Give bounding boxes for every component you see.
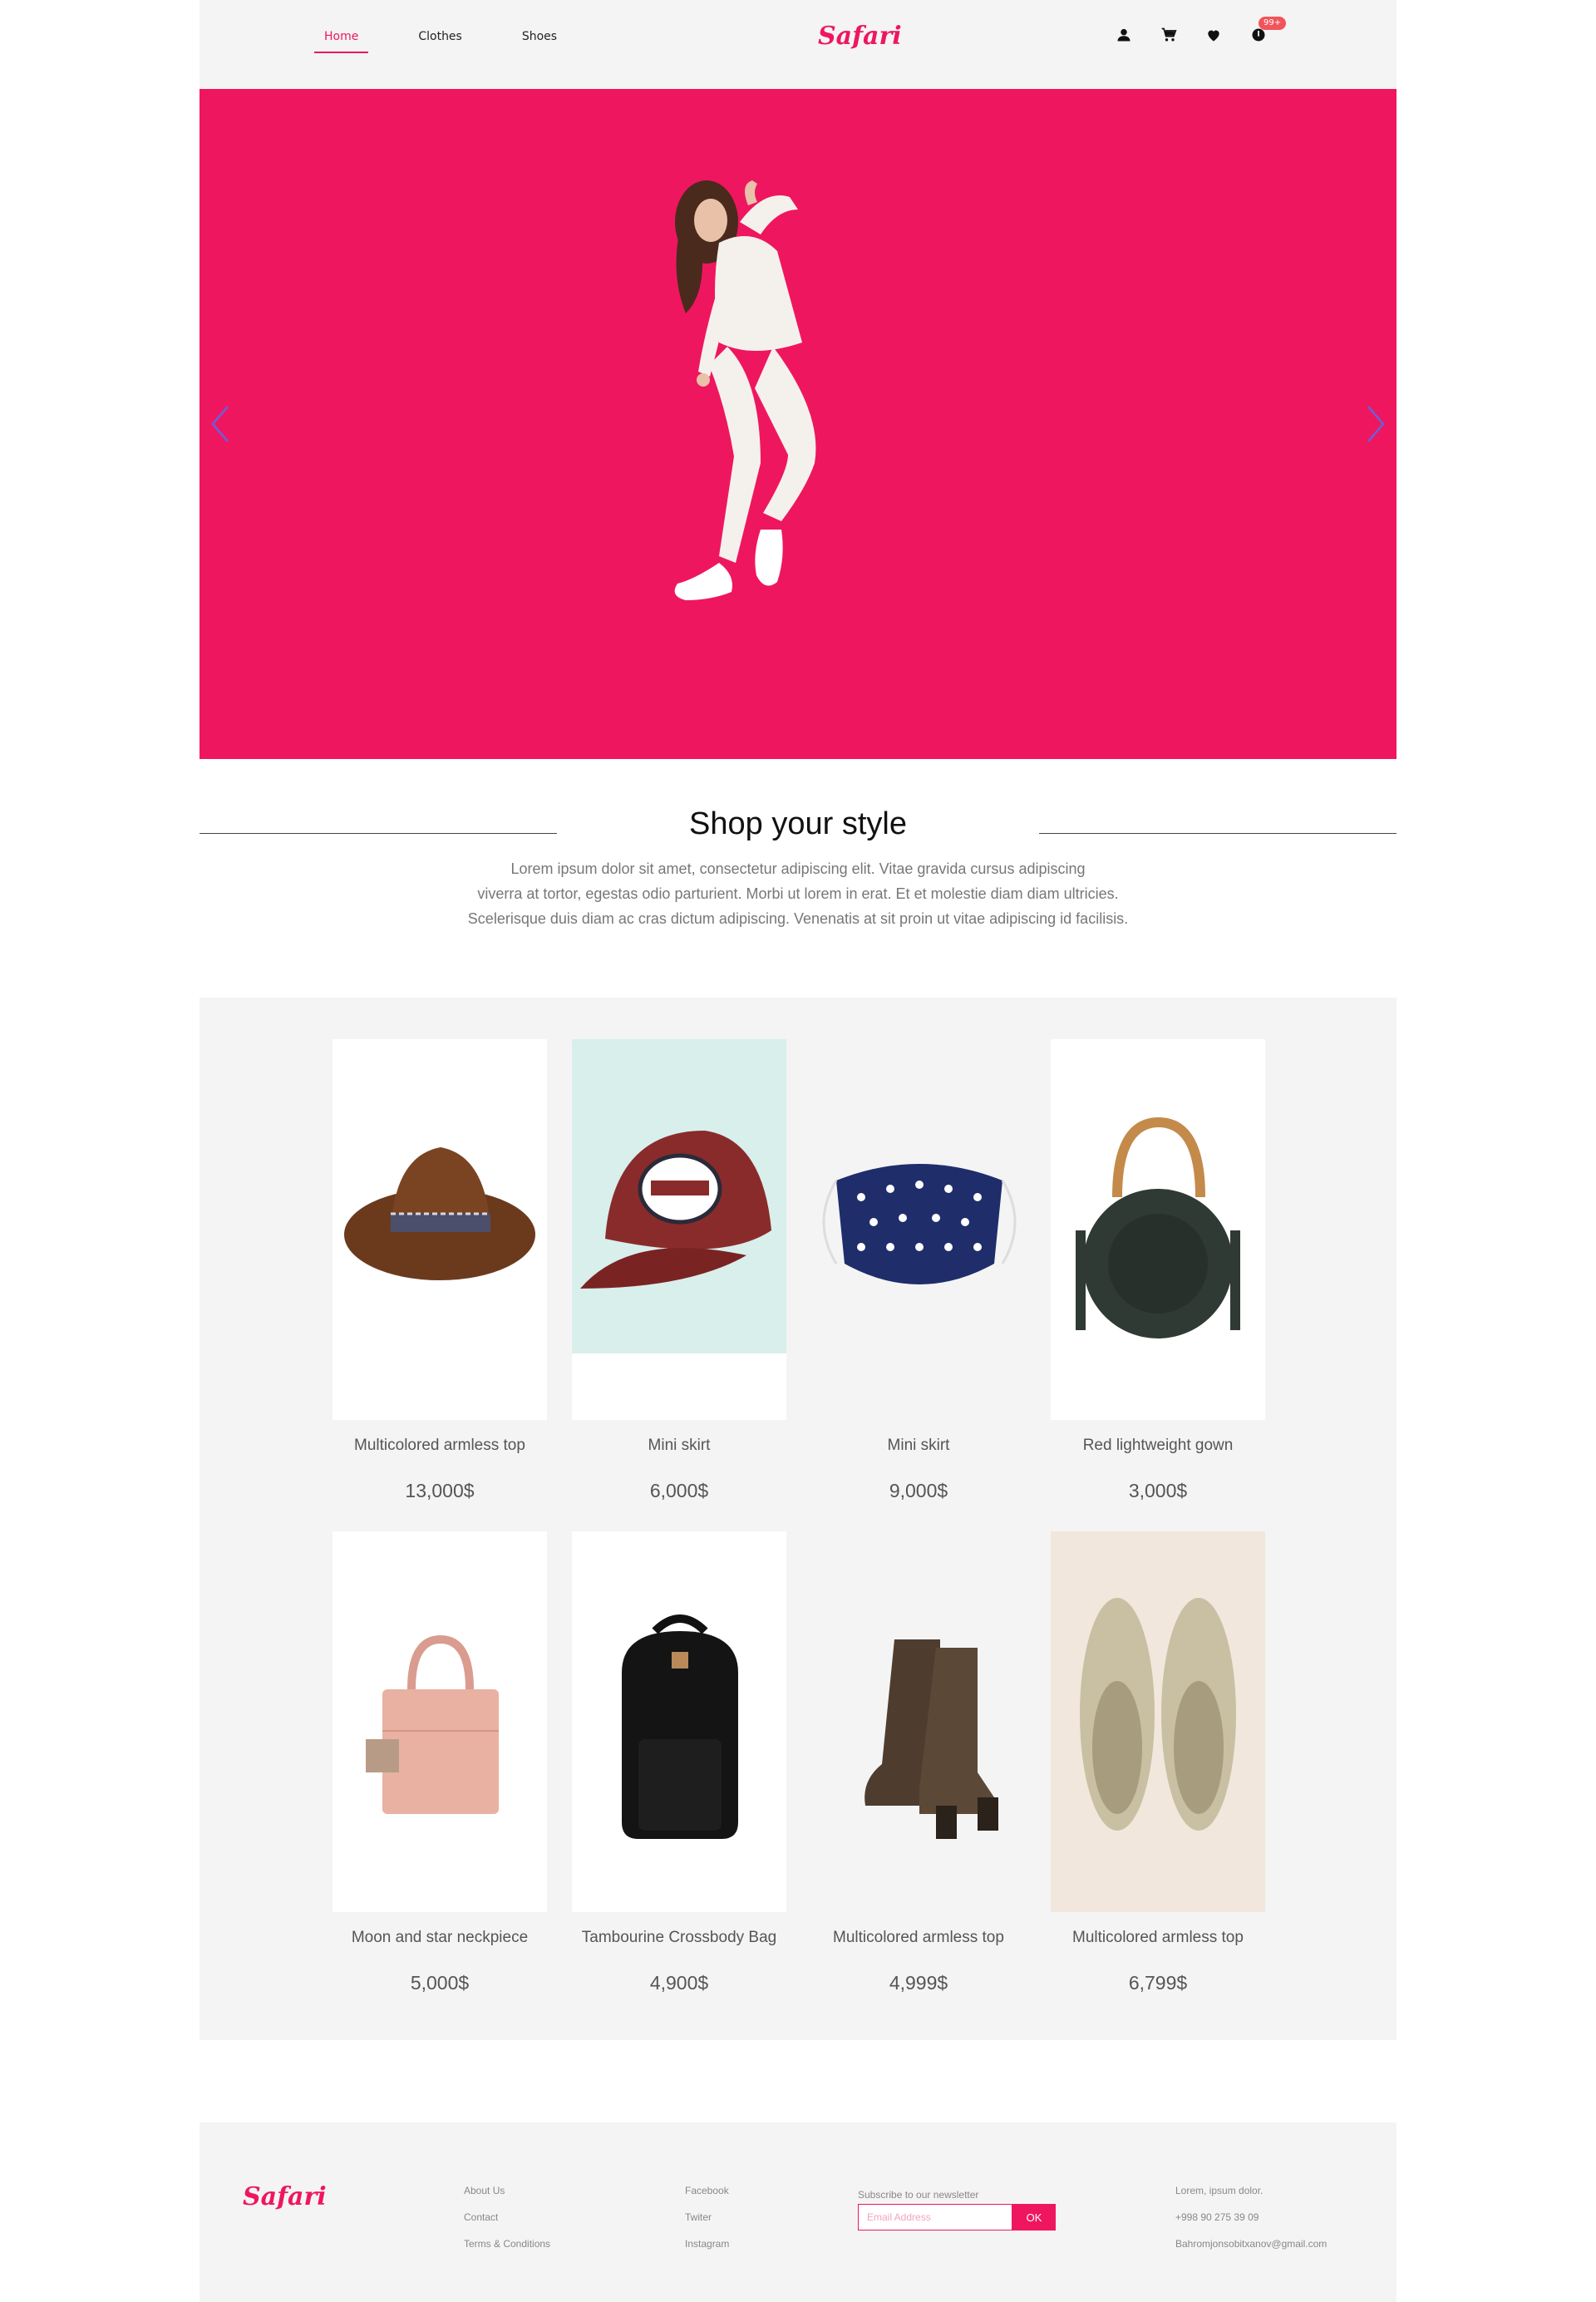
- baseball-cap-image: [572, 1039, 786, 1420]
- product-name: Multicolored armless top: [1072, 1929, 1244, 1946]
- footer: Safari About Us Contact Terms & Conditio…: [200, 2122, 1396, 2302]
- product-card[interactable]: Mini skirt 6,000$: [572, 1039, 786, 1531]
- contact-email: Bahromjonsobitxanov@gmail.com: [1175, 2238, 1328, 2250]
- product-name: Multicolored armless top: [354, 1437, 525, 1454]
- page: Home Clothes Shoes Safari 99+ Shop your …: [200, 0, 1396, 2302]
- product-name: Mini skirt: [887, 1437, 950, 1454]
- product-price: 9,000$: [889, 1480, 948, 1501]
- footer-link-facebook[interactable]: Facebook: [685, 2177, 729, 2204]
- product-price: 13,000$: [405, 1480, 475, 1501]
- product-price: 6,000$: [649, 1480, 709, 1501]
- header: Home Clothes Shoes Safari 99+: [200, 0, 1396, 89]
- canvas-sneakers-image: [1051, 1531, 1265, 1912]
- contact-text: Lorem, ipsum dolor.: [1175, 2185, 1264, 2196]
- pink-handbag-image: [332, 1531, 547, 1912]
- cowboy-hat-image: [332, 1039, 547, 1420]
- product-card[interactable]: Multicolored armless top 13,000$: [332, 1039, 547, 1531]
- footer-logo[interactable]: Safari: [243, 2182, 327, 2211]
- footer-link-about[interactable]: About Us: [464, 2177, 550, 2204]
- footer-link-instagram[interactable]: Instagram: [685, 2231, 729, 2257]
- email-input[interactable]: [858, 2204, 1012, 2231]
- hero-model-image: [648, 172, 881, 688]
- footer-link-contact[interactable]: Contact: [464, 2204, 550, 2231]
- product-card[interactable]: Red lightweight gown 3,000$: [1051, 1039, 1265, 1531]
- product-name: Moon and star neckpiece: [351, 1929, 529, 1946]
- face-mask-image: [811, 1039, 1026, 1420]
- product-price: 3,000$: [1128, 1480, 1188, 1501]
- cart-icon[interactable]: [1159, 25, 1179, 45]
- product-card[interactable]: Moon and star neckpiece 5,000$: [332, 1531, 547, 2023]
- footer-links-company: About Us Contact Terms & Conditions: [464, 2177, 550, 2257]
- product-name: Red lightweight gown: [1082, 1437, 1234, 1454]
- brown-boots-image: [811, 1531, 1026, 1912]
- chevron-left-icon[interactable]: [208, 403, 233, 445]
- heart-icon[interactable]: [1204, 25, 1224, 45]
- desc-line: Lorem ipsum dolor sit amet, consectetur …: [510, 860, 1086, 877]
- user-icon[interactable]: [1114, 25, 1134, 45]
- product-card[interactable]: Tambourine Crossbody Bag 4,900$: [572, 1531, 786, 2023]
- product-card[interactable]: Multicolored armless top 4,999$: [811, 1531, 1026, 2023]
- notification-badge: 99+: [1259, 17, 1287, 30]
- logo[interactable]: Safari: [818, 22, 902, 51]
- desc-line: Scelerisque duis diam ac cras dictum adi…: [467, 910, 1129, 927]
- nav-home[interactable]: Home: [313, 30, 369, 53]
- header-icons: 99+: [1114, 17, 1287, 45]
- product-price: 4,900$: [649, 1972, 709, 1994]
- product-name: Multicolored armless top: [833, 1929, 1004, 1946]
- nav-shoes[interactable]: Shoes: [522, 30, 557, 53]
- section-title: Shop your style: [689, 806, 907, 841]
- product-price: 5,000$: [410, 1972, 470, 1994]
- nav-clothes[interactable]: Clothes: [418, 30, 462, 53]
- subscribe-button[interactable]: OK: [1012, 2204, 1056, 2231]
- product-price: 6,799$: [1128, 1972, 1188, 1994]
- product-grid-section: Multicolored armless top 13,000$ Mini sk…: [200, 998, 1396, 2040]
- newsletter: Subscribe to our newsletter OK: [858, 2189, 1074, 2231]
- hero-banner: [200, 89, 1396, 759]
- notification-icon[interactable]: 99+: [1249, 17, 1287, 45]
- chevron-right-icon[interactable]: [1363, 403, 1388, 445]
- desc-line: viverra at tortor, egestas odio parturie…: [477, 885, 1119, 902]
- section-description: Lorem ipsum dolor sit amet, consectetur …: [399, 856, 1197, 931]
- footer-links-social: Facebook Twiter Instagram: [685, 2177, 729, 2257]
- product-name: Tambourine Crossbody Bag: [581, 1929, 777, 1946]
- product-card[interactable]: Mini skirt 9,000$: [811, 1039, 1026, 1531]
- main-nav: Home Clothes Shoes: [313, 30, 617, 53]
- footer-contact: Lorem, ipsum dolor. +998 90 275 39 09 Ba…: [1175, 2177, 1327, 2257]
- product-card[interactable]: Multicolored armless top 6,799$: [1051, 1531, 1265, 2023]
- black-backpack-image: [572, 1531, 786, 1912]
- product-grid: Multicolored armless top 13,000$ Mini sk…: [332, 1039, 1265, 2023]
- product-price: 4,999$: [889, 1972, 948, 1994]
- newsletter-form: OK: [858, 2204, 1074, 2231]
- footer-link-twitter[interactable]: Twiter: [685, 2204, 729, 2231]
- shop-section-header: Shop your style Lorem ipsum dolor sit am…: [200, 798, 1396, 948]
- contact-phone: +998 90 275 39 09: [1175, 2211, 1259, 2223]
- product-name: Mini skirt: [648, 1437, 711, 1454]
- footer-link-terms[interactable]: Terms & Conditions: [464, 2231, 550, 2257]
- round-bag-image: [1051, 1039, 1265, 1420]
- newsletter-label: Subscribe to our newsletter: [858, 2189, 979, 2201]
